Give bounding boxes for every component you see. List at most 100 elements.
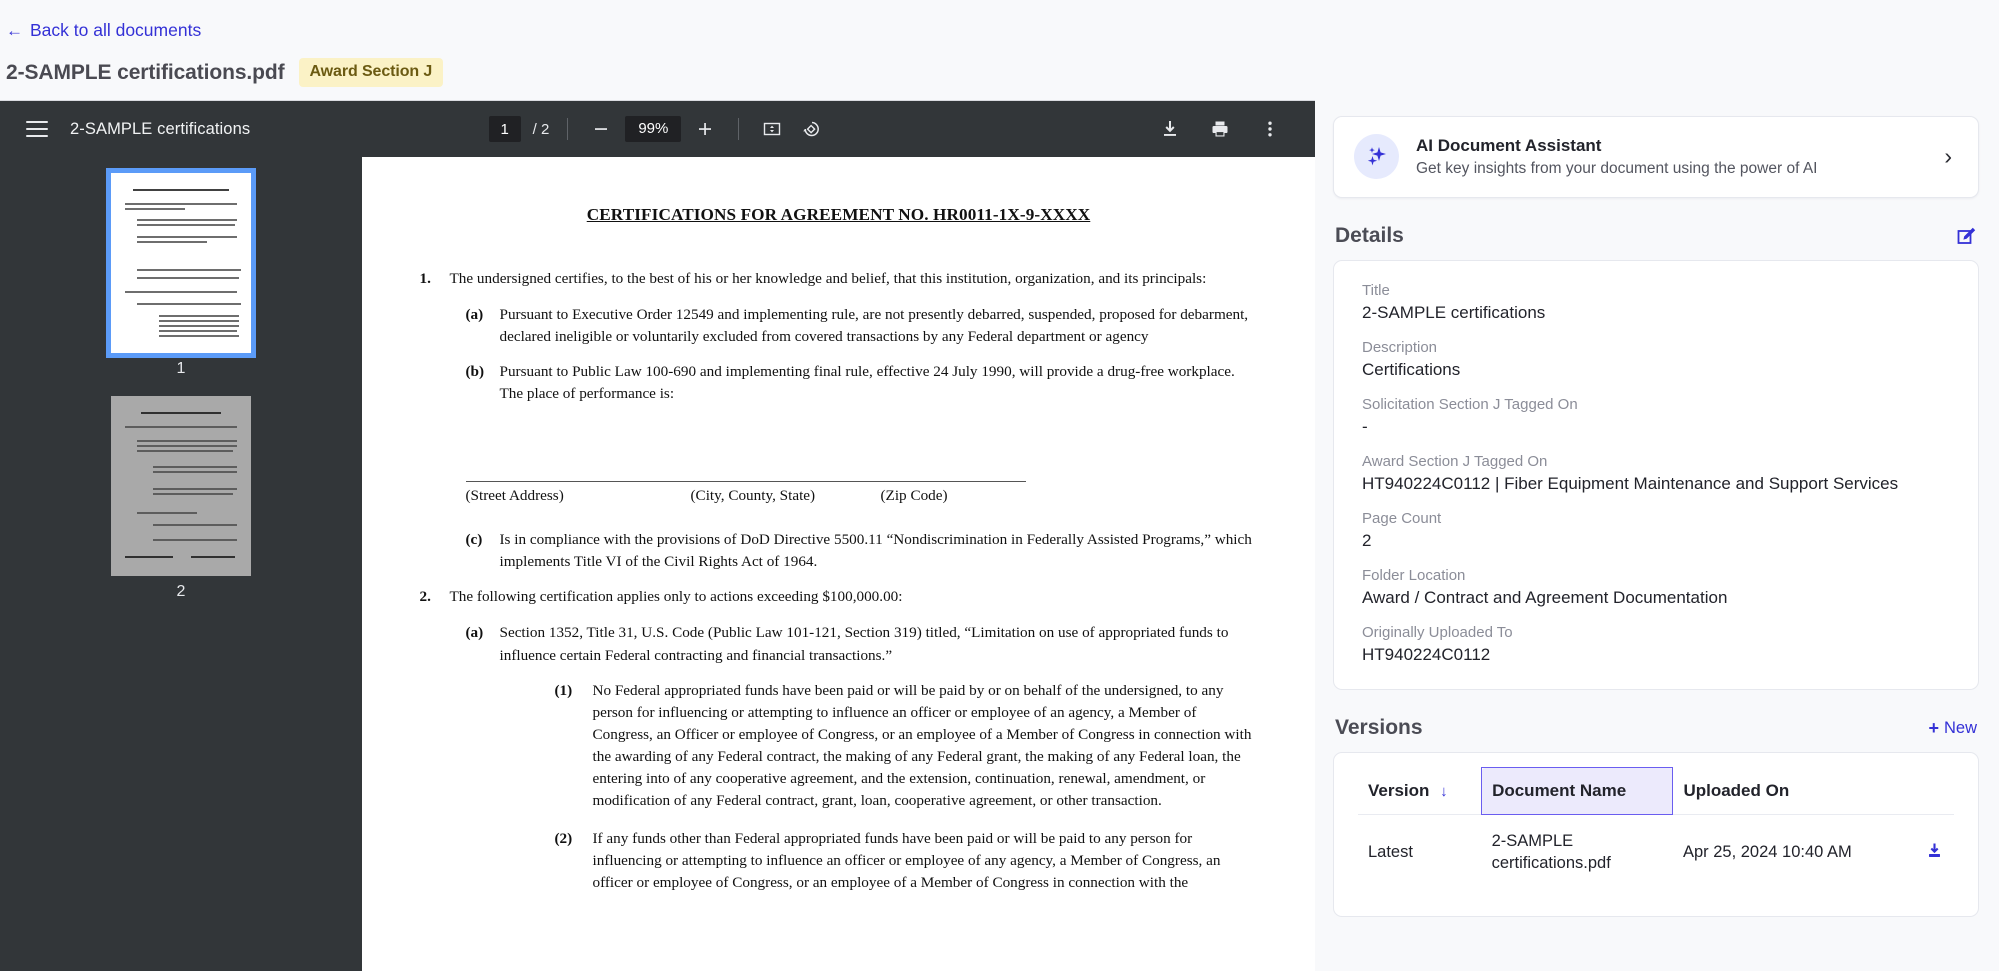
- thumbnail-page-1[interactable]: 1: [106, 168, 256, 390]
- main-layout: 2-SAMPLE certifications / 2 99%: [0, 100, 1999, 971]
- detail-field-title: Title 2-SAMPLE certifications: [1362, 282, 1950, 323]
- pdf-toolbar-center: / 2 99%: [488, 114, 827, 144]
- column-header-version[interactable]: Version ↓: [1358, 768, 1482, 815]
- hamburger-menu-icon[interactable]: [26, 121, 48, 138]
- back-link-label: Back to all documents: [30, 20, 202, 40]
- pdf-paragraph-2a1: (1) No Federal appropriated funds have b…: [555, 680, 1258, 812]
- download-icon[interactable]: [1155, 114, 1185, 144]
- sort-descending-arrow-icon[interactable]: ↓: [1434, 783, 1448, 800]
- pdf-paragraph-1c: (c) Is in compliance with the provisions…: [466, 529, 1258, 573]
- pdf-paragraph-1b: (b) Pursuant to Public Law 100-690 and i…: [466, 361, 1258, 405]
- detail-label: Title: [1362, 282, 1390, 300]
- detail-value: Certifications: [1362, 360, 1461, 380]
- status-badge: Award Section J: [298, 58, 444, 88]
- versions-table-head: Version ↓ Document Name Uploaded On: [1358, 767, 1954, 816]
- page-total-label: / 2: [532, 120, 550, 138]
- pdf-paragraph-1a: (a) Pursuant to Executive Order 12549 an…: [466, 304, 1258, 348]
- pdf-list-label: (a): [465, 624, 484, 642]
- zoom-level-value[interactable]: 99%: [625, 116, 682, 143]
- detail-label: Page Count: [1362, 510, 1442, 528]
- rotate-icon[interactable]: [796, 114, 826, 144]
- ai-card-texts: AI Document Assistant Get key insights f…: [1416, 136, 1927, 178]
- ai-document-assistant-card[interactable]: AI Document Assistant Get key insights f…: [1333, 116, 1979, 199]
- edit-square-icon[interactable]: [1956, 226, 1977, 247]
- cell-document-name: 2-SAMPLE certifications.pdf: [1481, 814, 1673, 891]
- details-card: Title 2-SAMPLE certifications Descriptio…: [1333, 260, 1979, 691]
- pdf-viewer: 2-SAMPLE certifications / 2 99%: [0, 100, 1315, 971]
- pdf-list-text: Is in compliance with the provisions of …: [499, 531, 1252, 571]
- pdf-list-text: The following certification applies only…: [449, 588, 903, 606]
- toolbar-divider: [567, 118, 569, 141]
- detail-label: Award Section J Tagged On: [1362, 453, 1548, 471]
- city-county-state-label: (City, County, State): [690, 487, 816, 505]
- detail-field-description: Description Certifications: [1362, 339, 1950, 380]
- fit-to-page-icon[interactable]: [757, 114, 787, 144]
- pdf-toolbar-left: 2-SAMPLE certifications: [0, 120, 250, 139]
- detail-value: 2: [1362, 531, 1372, 551]
- versions-section-header: Versions + New: [1335, 716, 1977, 740]
- pdf-toolbar-right: [1155, 114, 1315, 144]
- arrow-left-icon: ←: [6, 21, 23, 41]
- pdf-paragraph-1: 1. The undersigned certifies, to the bes…: [420, 268, 1258, 290]
- thumbnail-label: 1: [176, 360, 186, 378]
- detail-field-folder-location: Folder Location Award / Contract and Agr…: [1362, 567, 1950, 608]
- pdf-viewer-body: 1 2 CERTIFICATIONS FOR AGREEMENT NO. HR0…: [0, 157, 1315, 971]
- ai-card-subtitle: Get key insights from your document usin…: [1416, 159, 1818, 177]
- pdf-list-label: (2): [554, 829, 573, 847]
- thumbnail-page-2[interactable]: 2: [111, 396, 251, 613]
- plus-icon[interactable]: [690, 114, 720, 144]
- toolbar-divider-2: [738, 118, 740, 141]
- thumbnail-image: [106, 168, 256, 359]
- pdf-paragraph-2: 2. The following certification applies o…: [420, 586, 1258, 608]
- table-row[interactable]: Latest 2-SAMPLE certifications.pdf Apr 2…: [1358, 814, 1954, 891]
- pdf-page-area[interactable]: CERTIFICATIONS FOR AGREEMENT NO. HR0011-…: [362, 157, 1315, 971]
- column-header-document-name[interactable]: Document Name: [1481, 767, 1674, 816]
- more-vertical-icon[interactable]: [1255, 114, 1285, 144]
- versions-table: Version ↓ Document Name Uploaded On Late…: [1358, 767, 1954, 891]
- detail-label: Description: [1362, 339, 1438, 357]
- page-title: 2-SAMPLE certifications.pdf: [6, 60, 285, 84]
- pdf-list-label: (c): [465, 531, 483, 549]
- detail-label: Originally Uploaded To: [1362, 624, 1513, 642]
- column-header-uploaded-on[interactable]: Uploaded On: [1673, 768, 1906, 815]
- pdf-filename-label: 2-SAMPLE certifications: [70, 119, 251, 138]
- address-rule: [465, 481, 1026, 483]
- plus-icon: +: [1928, 718, 1939, 739]
- new-version-button[interactable]: + New: [1928, 719, 1977, 738]
- pdf-list-label: (a): [465, 306, 484, 324]
- thumbnail-image: [111, 396, 251, 577]
- pdf-paragraph-2a: (a) Section 1352, Title 31, U.S. Code (P…: [466, 622, 1258, 666]
- column-label: Document Name: [1492, 781, 1627, 801]
- thumbnail-label: 2: [176, 583, 186, 601]
- versions-header-row: Version ↓ Document Name Uploaded On: [1358, 767, 1954, 816]
- detail-value: 2-SAMPLE certifications: [1362, 303, 1546, 323]
- new-version-label: New: [1943, 718, 1977, 737]
- page-number-input[interactable]: [488, 116, 521, 143]
- pdf-list-text: If any funds other than Federal appropri…: [592, 829, 1221, 891]
- pdf-list-label: (1): [554, 681, 573, 699]
- page-header: ← Back to all documents 2-SAMPLE certifi…: [0, 0, 1999, 100]
- sparkle-icon: [1354, 134, 1399, 180]
- minus-icon[interactable]: [586, 114, 616, 144]
- pdf-toolbar: 2-SAMPLE certifications / 2 99%: [0, 101, 1315, 158]
- print-icon[interactable]: [1205, 114, 1235, 144]
- pdf-page-1: CERTIFICATIONS FOR AGREEMENT NO. HR0011-…: [363, 157, 1314, 971]
- pdf-list-label: (b): [465, 363, 485, 381]
- document-title-row: 2-SAMPLE certifications.pdf Award Sectio…: [6, 58, 1999, 100]
- cell-version: Latest: [1358, 814, 1482, 891]
- pdf-heading: CERTIFICATIONS FOR AGREEMENT NO. HR0011-…: [586, 205, 1091, 225]
- right-side-panel: AI Document Assistant Get key insights f…: [1315, 100, 1999, 971]
- pdf-paragraph-2a2: (2) If any funds other than Federal appr…: [555, 828, 1258, 894]
- pdf-list-text: Pursuant to Public Law 100-690 and imple…: [499, 363, 1235, 403]
- detail-field-page-count: Page Count 2: [1362, 510, 1950, 551]
- download-icon[interactable]: [1925, 841, 1944, 865]
- versions-card: Version ↓ Document Name Uploaded On Late…: [1333, 752, 1979, 918]
- pdf-list-label: 2.: [419, 588, 431, 606]
- pdf-thumbnail-sidebar[interactable]: 1 2: [0, 157, 362, 971]
- pdf-list-text: Section 1352, Title 31, U.S. Code (Publi…: [499, 624, 1229, 664]
- back-to-all-documents-link[interactable]: ← Back to all documents: [6, 20, 202, 41]
- chevron-right-icon[interactable]: ›: [1944, 145, 1958, 168]
- column-label: Uploaded On: [1683, 781, 1790, 800]
- detail-field-solicitation-section-j: Solicitation Section J Tagged On -: [1362, 396, 1950, 437]
- pdf-list-text: Pursuant to Executive Order 12549 and im…: [499, 306, 1249, 346]
